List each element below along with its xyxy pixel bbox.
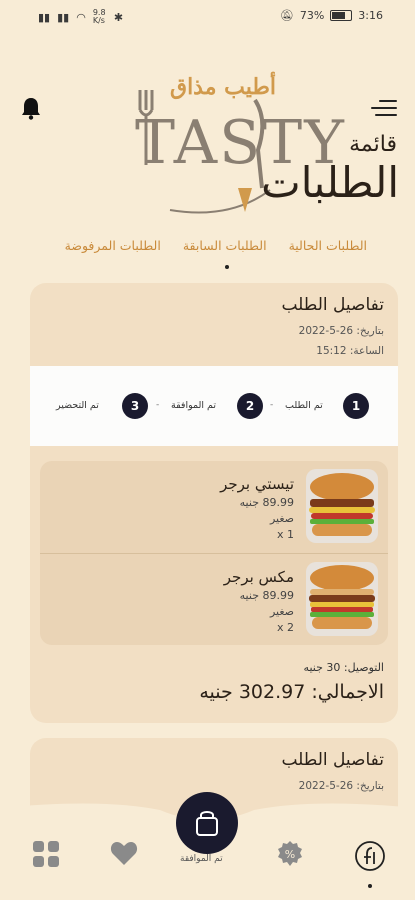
grid-menu-icon[interactable] bbox=[32, 840, 62, 870]
favorites-heart-icon[interactable] bbox=[110, 840, 140, 870]
order-total: الاجمالي: 302.97 جنيه bbox=[199, 681, 384, 703]
order-tabs: الطلبات الحالية الطلبات السابقة الطلبات … bbox=[65, 238, 367, 269]
battery-icon bbox=[330, 10, 353, 21]
order-item[interactable]: تيستي برجر 89.99 جنيه صغير x 1 bbox=[40, 461, 388, 553]
signal-icon-2: ▮▮ bbox=[57, 10, 70, 24]
cart-button[interactable] bbox=[176, 792, 238, 854]
mute-icon: 🔕︎ bbox=[279, 9, 294, 22]
orders-icon[interactable] bbox=[354, 840, 385, 871]
discount-icon[interactable]: % bbox=[276, 840, 306, 870]
tab-rejected-orders[interactable]: الطلبات المرفوضة bbox=[65, 238, 161, 253]
status-bar: ▮▮ ▮▮ ◠ 9.8 K/s ✱ 🔕︎ 73% 3:16 bbox=[0, 0, 415, 34]
order-card[interactable]: تفاصيل الطلب بتاريخ: 26-5-2022 الساعة: 1… bbox=[30, 283, 398, 723]
order-item[interactable]: مكس برجر 89.99 جنيه صغير x 2 bbox=[40, 553, 388, 646]
burger-image bbox=[306, 562, 378, 636]
order-items-list: تيستي برجر 89.99 جنيه صغير x 1 مكس برجر … bbox=[40, 461, 388, 645]
item-name: تيستي برجر bbox=[220, 475, 294, 493]
step-separator: - bbox=[156, 400, 160, 410]
item-size: صغير bbox=[269, 512, 294, 525]
signal-icon: ▮▮ bbox=[38, 10, 51, 24]
step-2-label: تم الموافقة bbox=[171, 400, 216, 411]
step-2-badge: 2 bbox=[237, 393, 263, 419]
active-nav-dot bbox=[368, 884, 372, 888]
active-tab-dot bbox=[224, 265, 229, 269]
order-date: بتاريخ: 26-5-2022 bbox=[298, 325, 384, 337]
item-quantity: x 1 bbox=[276, 528, 294, 541]
item-quantity: x 2 bbox=[276, 621, 294, 634]
step-3-label: تم التحضير bbox=[56, 400, 99, 411]
step-3-badge: 3 bbox=[122, 393, 148, 419]
item-name: مكس برجر bbox=[223, 568, 294, 586]
step-separator: - bbox=[270, 400, 274, 410]
order-time: الساعة: 15:12 bbox=[316, 345, 384, 357]
svg-text:%: % bbox=[285, 848, 295, 861]
shopping-bag-icon bbox=[196, 811, 218, 836]
bluetooth-icon: ✱ bbox=[113, 10, 124, 24]
delivery-fee: التوصيل: 30 جنيه bbox=[303, 661, 384, 674]
order-title: تفاصيل الطلب bbox=[281, 295, 384, 315]
order-status-steps: 1 تم الطلب - 2 تم الموافقة - 3 تم التحضي… bbox=[30, 366, 398, 446]
logo-arabic-text: أطيب مذاق bbox=[170, 74, 277, 100]
order-title: تفاصيل الطلب bbox=[281, 750, 384, 770]
clock: 3:16 bbox=[358, 9, 383, 22]
tab-current-orders[interactable]: الطلبات الحالية bbox=[289, 238, 367, 253]
step-1-label: تم الطلب bbox=[285, 400, 323, 411]
cart-label: تم الموافقة bbox=[180, 854, 223, 864]
page-title-line2: الطلبات bbox=[261, 158, 399, 207]
tab-previous-orders[interactable]: الطلبات السابقة bbox=[183, 238, 267, 269]
page-title-line1: قائمة bbox=[349, 132, 397, 157]
burger-image bbox=[306, 469, 378, 543]
wifi-icon: ◠ bbox=[76, 10, 86, 24]
menu-icon[interactable] bbox=[371, 100, 397, 118]
order-date: بتاريخ: 26-5-2022 bbox=[298, 780, 384, 792]
notification-bell-icon[interactable] bbox=[20, 96, 42, 120]
network-speed: 9.8 K/s bbox=[92, 8, 106, 25]
bottom-navigation: تم الموافقة % bbox=[0, 792, 415, 900]
item-price: 89.99 جنيه bbox=[239, 496, 294, 509]
item-size: صغير bbox=[269, 605, 294, 618]
battery-percent: 73% bbox=[299, 9, 325, 22]
item-price: 89.99 جنيه bbox=[239, 589, 294, 602]
step-1-badge: 1 bbox=[343, 393, 369, 419]
